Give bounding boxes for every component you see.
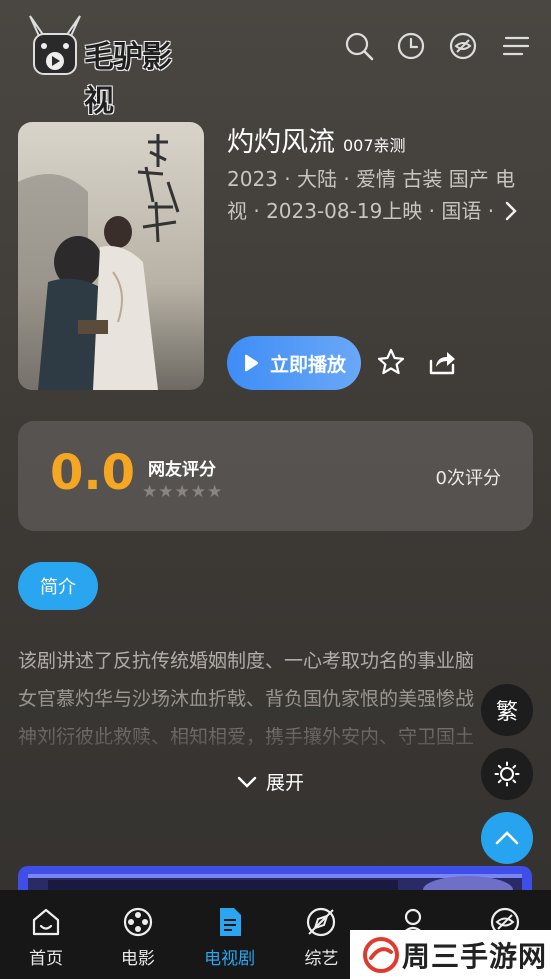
play-now-label: 立即播放 xyxy=(269,353,346,376)
eye-slash-icon[interactable] xyxy=(447,30,479,62)
tab-label: 电视剧 xyxy=(204,949,256,969)
synopsis-line: 神刘衍彼此救赎、相知相爱，携手攘外安内、守卫国土 xyxy=(18,726,475,748)
donkey-logo-icon xyxy=(29,15,81,75)
rating-score: 0.0 xyxy=(50,445,136,501)
rating-card: 0.0 网友评分 ★ ★ ★ ★ ★ 0次评分 xyxy=(18,421,533,531)
play-icon xyxy=(244,354,258,372)
synopsis-text: 该剧讲述了反抗传统婚姻制度、一心考取功名的事业脑 女官慕灼华与沙场沐血折戟、背负… xyxy=(18,642,538,756)
star-icon: ★ xyxy=(207,482,223,502)
poster-image xyxy=(18,122,204,390)
brand-name: 毛驴影视 xyxy=(84,40,172,119)
rating-stars: ★ ★ ★ ★ ★ xyxy=(142,482,222,502)
chevron-down-icon xyxy=(237,776,257,788)
traditional-chinese-button[interactable]: 繁 xyxy=(481,684,533,736)
favorite-star-icon[interactable] xyxy=(376,347,406,377)
theme-toggle-button[interactable] xyxy=(481,748,533,800)
synopsis-line: 该剧讲述了反抗传统婚姻制度、一心考取功名的事业脑 xyxy=(18,650,475,672)
tab-intro[interactable]: 简介 xyxy=(18,562,98,610)
app-logo[interactable]: 毛驴影视 xyxy=(22,10,192,119)
star-icon: ★ xyxy=(190,482,206,502)
sun-icon xyxy=(494,761,520,787)
star-icon: ★ xyxy=(158,482,174,502)
play-now-button[interactable]: 立即播放 xyxy=(227,336,361,390)
synopsis-line: 女官慕灼华与沙场沐血折戟、背负国仇家恨的美强惨战 xyxy=(18,688,475,710)
poster-artwork xyxy=(18,122,204,390)
watermark-logo-icon xyxy=(363,937,399,973)
film-reel-icon xyxy=(123,907,152,937)
search-icon[interactable] xyxy=(343,30,375,62)
meta-line-2: 视 · 2023-08-19上映 · 国语 · xyxy=(227,199,495,223)
chevron-up-icon xyxy=(495,831,519,845)
watermark-text: 周三手游网 xyxy=(402,939,548,973)
expand-label: 展开 xyxy=(266,772,305,794)
rating-label: 网友评分 xyxy=(148,460,216,480)
history-icon[interactable] xyxy=(395,30,427,62)
tab-movies[interactable]: 电影 xyxy=(92,890,184,979)
expand-button[interactable]: 展开 xyxy=(236,768,304,795)
star-icon: ★ xyxy=(142,482,158,502)
tab-tv-series[interactable]: 电视剧 xyxy=(184,890,276,979)
document-icon xyxy=(219,908,241,936)
app-header: 毛驴影视 xyxy=(0,0,551,119)
tab-home[interactable]: 首页 xyxy=(0,890,92,979)
star-icon: ★ xyxy=(174,482,190,502)
back-to-top-button[interactable] xyxy=(481,812,533,864)
rating-count: 0次评分 xyxy=(435,468,501,489)
site-watermark: 周三手游网 xyxy=(350,930,551,979)
home-icon xyxy=(32,908,60,936)
share-icon[interactable] xyxy=(427,347,457,377)
title-row: 灼灼风流 007亲测 xyxy=(227,120,406,159)
title-tag: 007亲测 xyxy=(343,136,406,155)
meta-line-1: 2023 · 大陆 · 爱情 古装 国产 电 xyxy=(227,167,516,191)
movie-title: 灼灼风流 xyxy=(227,127,335,158)
tab-label: 电影 xyxy=(120,949,155,969)
menu-icon[interactable] xyxy=(500,30,532,62)
movie-meta[interactable]: 2023 · 大陆 · 爱情 古装 国产 电 视 · 2023-08-19上映 … xyxy=(227,163,523,227)
tab-label: 首页 xyxy=(29,949,63,969)
chevron-right-icon[interactable] xyxy=(502,198,520,224)
compass-icon xyxy=(307,907,336,937)
